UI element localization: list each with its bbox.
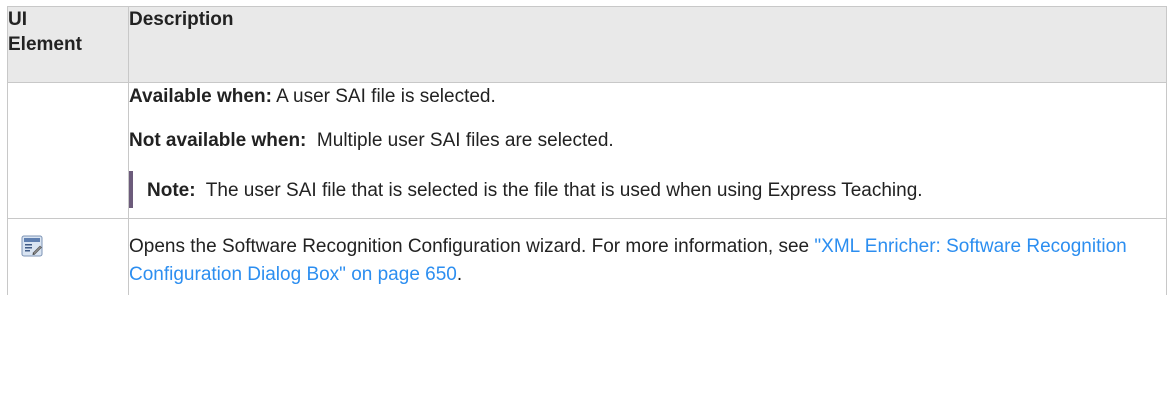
header-ui-element-line1: UI [8,9,27,30]
ui-element-table: UI Element Description Available when: A … [7,6,1167,295]
note-label: Note: [147,180,196,201]
table-row: Opens the Software Recognition Configura… [7,218,1167,295]
header-description: Description [128,6,1167,83]
software-recognition-wizard-icon[interactable] [21,235,43,257]
row2-ui-element-cell [7,218,129,295]
table-header-row: UI Element Description [7,6,1167,83]
row1-ui-element-cell [7,82,129,219]
note-box: Note: The user SAI file that is selected… [129,171,1166,208]
not-available-when-text: Multiple user SAI files are selected. [306,130,614,151]
row1-description-cell: Available when: A user SAI file is selec… [128,82,1167,219]
available-when-label: Available when: [129,86,272,107]
not-available-when-label: Not available when: [129,130,307,151]
row2-description-cell: Opens the Software Recognition Configura… [128,218,1167,295]
header-ui-element-line2: Element [8,34,82,55]
available-when-text: A user SAI file is selected. [271,86,496,107]
not-available-when-paragraph: Not available when: Multiple user SAI fi… [129,127,1166,155]
wizard-description-end: . [456,264,463,285]
table-row: Available when: A user SAI file is selec… [7,82,1167,219]
available-when-paragraph: Available when: A user SAI file is selec… [129,83,1166,111]
header-ui-element: UI Element [7,6,129,83]
wizard-description-text: Opens the Software Recognition Configura… [129,236,815,257]
note-text: The user SAI file that is selected is th… [195,180,923,201]
